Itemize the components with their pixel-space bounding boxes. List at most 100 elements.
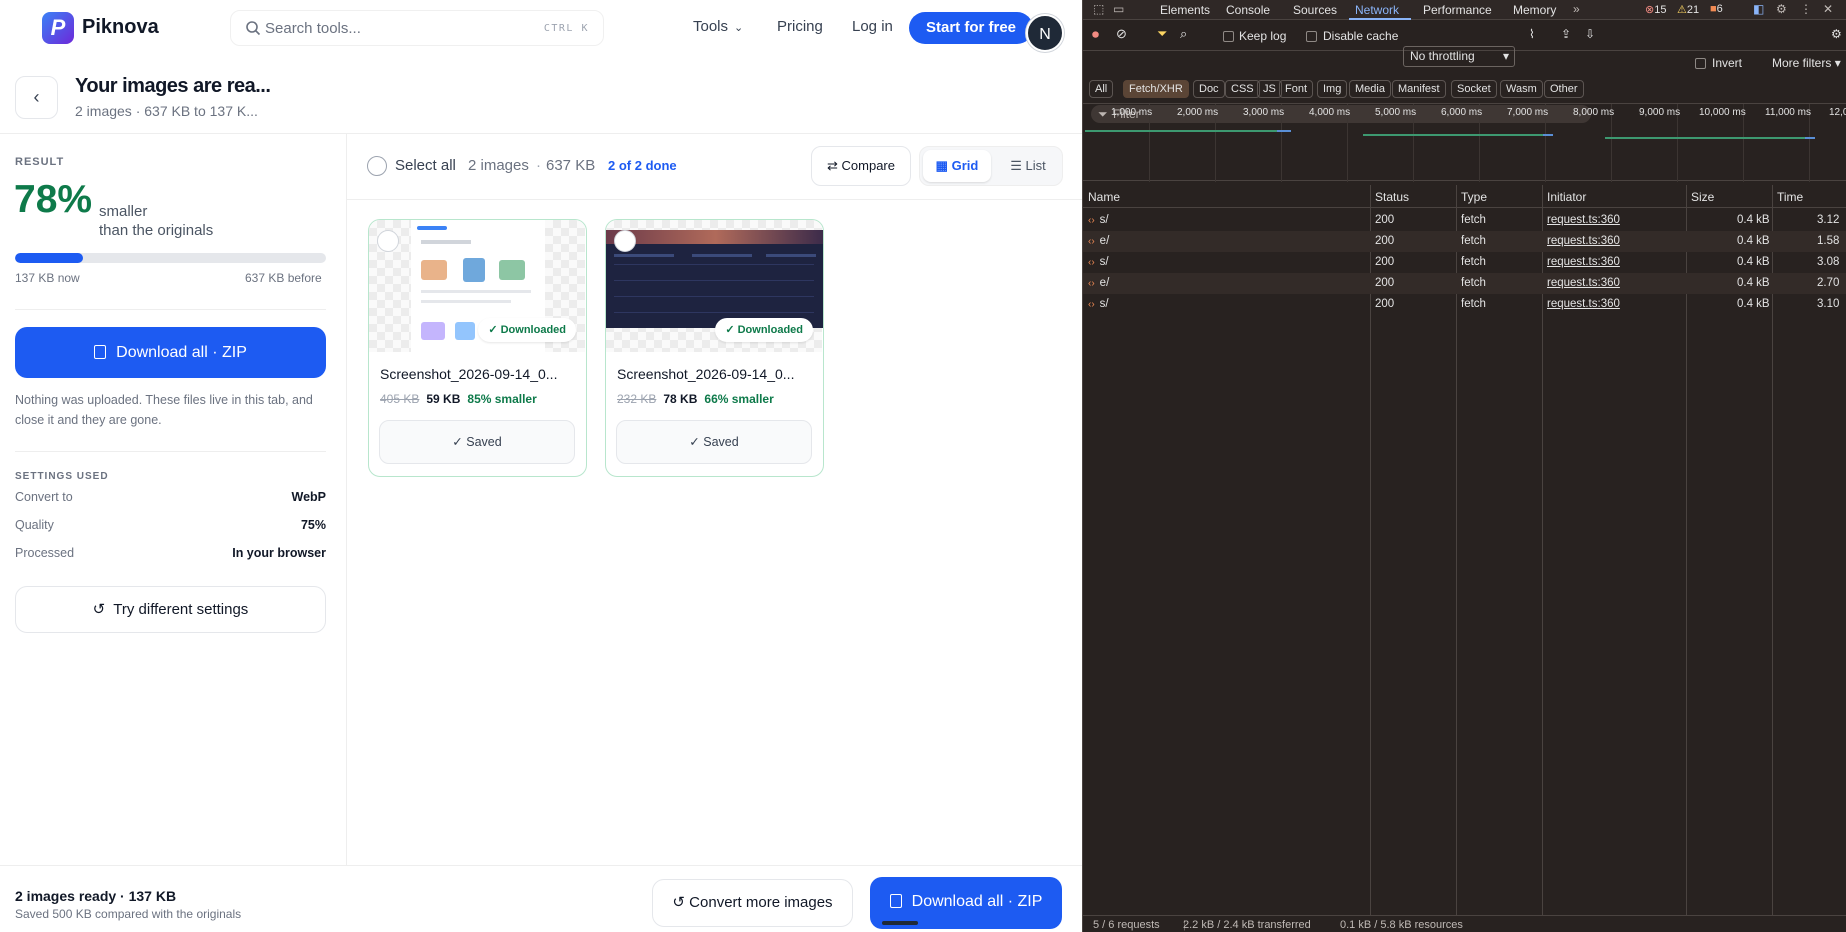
table-row[interactable]: ‹› e/ 200 fetch request.ts:360 0.4 kB 1.5…: [1083, 231, 1846, 252]
card-select-checkbox[interactable]: [377, 230, 399, 252]
size-progress-bar: [15, 253, 326, 263]
upload-har-icon[interactable]: ⇪: [1561, 27, 1571, 41]
column-header-time[interactable]: Time: [1777, 190, 1803, 204]
warning-count: 21: [1686, 4, 1700, 16]
chevron-down-icon: ⌄: [734, 22, 744, 34]
issue-count-badge[interactable]: ■6: [1710, 3, 1723, 15]
back-button[interactable]: ‹: [15, 76, 58, 119]
download-all-zip-button[interactable]: Download all · ZIP: [15, 327, 326, 378]
search-input[interactable]: Search tools... CTRL K: [230, 10, 604, 46]
saved-button[interactable]: ✓ Saved: [379, 420, 575, 464]
network-conditions-icon[interactable]: ⌇: [1529, 27, 1535, 41]
request-initiator-link[interactable]: request.ts:360: [1547, 256, 1620, 268]
convert-more-label: Convert more images: [689, 894, 833, 911]
search-icon[interactable]: ⌕: [1180, 26, 1187, 42]
nav-tools-menu[interactable]: Tools ⌄: [693, 18, 743, 35]
select-all-checkbox[interactable]: [367, 156, 387, 176]
gear-icon[interactable]: ⚙: [1776, 2, 1787, 16]
column-header-initiator[interactable]: Initiator: [1547, 190, 1586, 204]
tab-performance[interactable]: Performance: [1423, 3, 1492, 17]
chip-wasm[interactable]: Wasm: [1500, 80, 1543, 98]
tab-memory[interactable]: Memory: [1513, 3, 1556, 17]
warning-icon: ⚠: [1677, 4, 1687, 16]
nav-login-link[interactable]: Log in: [852, 18, 893, 35]
logo-icon[interactable]: P: [42, 12, 74, 44]
filter-icon[interactable]: ⏷: [1157, 26, 1167, 42]
logo-name[interactable]: Piknova: [82, 16, 159, 39]
more-tabs-icon[interactable]: »: [1573, 2, 1580, 16]
tab-elements[interactable]: Elements: [1160, 3, 1210, 17]
network-timeline: 1,000 ms 2,000 ms 3,000 ms 4,000 ms 5,00…: [1083, 103, 1846, 182]
warning-count-badge[interactable]: ⚠21: [1677, 3, 1699, 16]
chip-all[interactable]: All: [1089, 80, 1114, 98]
request-size: 0.4 kB: [1737, 214, 1770, 226]
list-view-button[interactable]: ☰ List: [995, 150, 1061, 182]
nav-tools-label: Tools: [693, 18, 729, 35]
request-status: 200: [1375, 235, 1395, 247]
tab-network[interactable]: Network: [1355, 3, 1399, 17]
download-all-zip-button-bottom[interactable]: Download all · ZIP: [870, 877, 1062, 929]
record-icon[interactable]: ⏺: [1092, 26, 1099, 43]
request-type: fetch: [1461, 277, 1486, 289]
nav-pricing-link[interactable]: Pricing: [777, 18, 823, 35]
card-select-checkbox[interactable]: [614, 230, 636, 252]
tab-sources[interactable]: Sources: [1293, 3, 1337, 17]
network-settings-icon[interactable]: ⚙: [1831, 27, 1842, 41]
compare-button[interactable]: ⇄ Compare: [811, 146, 911, 186]
download-har-icon[interactable]: ⇩: [1585, 27, 1595, 41]
grid-view-button[interactable]: ▦ Grid: [923, 150, 991, 182]
chip-manifest[interactable]: Manifest: [1392, 80, 1446, 98]
device-toolbar-icon[interactable]: ▭: [1113, 2, 1124, 16]
saved-button[interactable]: ✓ Saved: [616, 420, 812, 464]
chip-font[interactable]: Font: [1279, 80, 1314, 98]
request-initiator-link[interactable]: request.ts:360: [1547, 277, 1620, 289]
request-time: 2.70: [1817, 277, 1840, 289]
invert-checkbox[interactable]: [1695, 58, 1706, 69]
card-sizes: 232 KB 78 KB 66% smaller: [617, 392, 774, 406]
try-different-settings-button[interactable]: ↺ Try different settings: [15, 586, 326, 633]
chip-img[interactable]: Img: [1317, 80, 1348, 98]
chip-media[interactable]: Media: [1349, 80, 1391, 98]
table-row[interactable]: ‹› s/ 200 fetch request.ts:360 0.4 kB 3.1…: [1083, 210, 1846, 231]
chip-other[interactable]: Other: [1544, 80, 1584, 98]
error-count-badge[interactable]: ⊗15: [1645, 3, 1666, 16]
bottom-summary-title: 2 images ready · 137 KB: [15, 888, 177, 904]
avatar[interactable]: N: [1026, 14, 1064, 52]
column-header-size[interactable]: Size: [1691, 190, 1714, 204]
image-card[interactable]: ✓ Downloaded Screenshot_2026-09-14_0... …: [368, 219, 587, 477]
select-all-label[interactable]: Select all: [395, 157, 456, 174]
status-transferred: 2.2 kB / 2.4 kB transferred: [1183, 919, 1311, 931]
header-divider: [0, 133, 1082, 134]
close-icon[interactable]: ✕: [1823, 2, 1833, 16]
inspect-icon[interactable]: ⬚: [1093, 2, 1104, 16]
chip-doc[interactable]: Doc: [1193, 80, 1225, 98]
request-initiator-link[interactable]: request.ts:360: [1547, 298, 1620, 310]
downloaded-label: Downloaded: [737, 324, 803, 336]
table-row[interactable]: ‹› e/ 200 fetch request.ts:360 0.4 kB 2.7…: [1083, 273, 1846, 294]
more-filters-dropdown[interactable]: More filters ▾: [1772, 56, 1841, 70]
convert-more-button[interactable]: ↺ Convert more images: [652, 879, 853, 927]
new-size: 78 KB: [663, 392, 698, 406]
disable-cache-checkbox[interactable]: [1306, 31, 1317, 42]
column-header-name[interactable]: Name: [1088, 190, 1120, 204]
column-header-type[interactable]: Type: [1461, 190, 1487, 204]
result-smaller-text: smaller: [99, 203, 148, 220]
column-header-status[interactable]: Status: [1375, 190, 1409, 204]
more-options-icon[interactable]: ⋮: [1800, 2, 1812, 16]
request-initiator-link[interactable]: request.ts:360: [1547, 214, 1620, 226]
filter-row: ⏷ Filter Invert More filters ▾: [1083, 51, 1846, 123]
chip-socket[interactable]: Socket: [1451, 80, 1497, 98]
table-row[interactable]: ‹› s/ 200 fetch request.ts:360 0.4 kB 3.1…: [1083, 294, 1846, 315]
keep-log-checkbox[interactable]: [1223, 31, 1234, 42]
chip-fetch-xhr[interactable]: Fetch/XHR: [1123, 80, 1189, 98]
request-initiator-link[interactable]: request.ts:360: [1547, 235, 1620, 247]
downloaded-label: Downloaded: [500, 324, 566, 336]
request-status: 200: [1375, 298, 1395, 310]
start-free-button[interactable]: Start for free: [909, 12, 1033, 44]
image-card[interactable]: ✓ Downloaded Screenshot_2026-09-14_0... …: [605, 219, 824, 477]
clear-icon[interactable]: ⊘: [1116, 26, 1127, 42]
extension-icon[interactable]: ◧: [1753, 2, 1764, 16]
table-row[interactable]: ‹› s/ 200 fetch request.ts:360 0.4 kB 3.0…: [1083, 252, 1846, 273]
chip-css[interactable]: CSS: [1225, 80, 1260, 98]
tab-console[interactable]: Console: [1226, 3, 1270, 17]
